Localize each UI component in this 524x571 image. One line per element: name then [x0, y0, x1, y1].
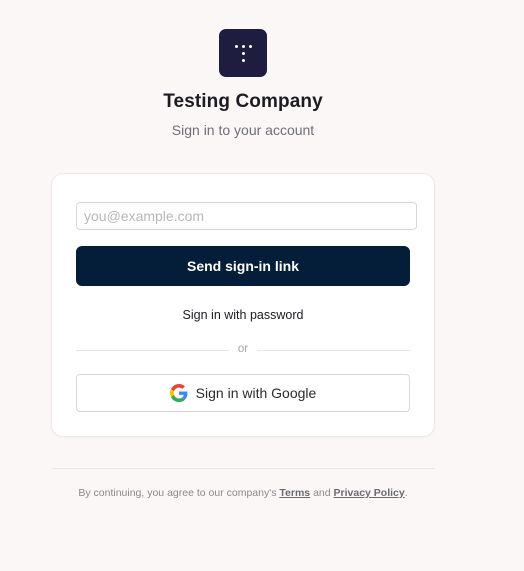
- legal-notice: By continuing, you agree to our company'…: [0, 487, 486, 499]
- divider-label: or: [237, 343, 249, 355]
- logo-dot: [242, 59, 245, 62]
- logo-dot: [235, 45, 238, 48]
- footer-divider: [52, 468, 435, 469]
- sign-in-with-google-button[interactable]: Sign in with Google: [76, 374, 410, 412]
- company-logo: [219, 29, 267, 77]
- logo-dot: [249, 45, 252, 48]
- divider-line: [257, 350, 410, 351]
- legal-conjunction: and: [313, 487, 331, 499]
- email-field[interactable]: [76, 202, 417, 230]
- company-name: Testing Company: [163, 91, 323, 112]
- page-subtitle: Sign in to your account: [171, 122, 315, 138]
- google-button-label: Sign in with Google: [195, 385, 317, 401]
- sign-in-card: Send sign-in link Sign in with password …: [51, 173, 435, 437]
- terms-link[interactable]: Terms: [279, 487, 310, 499]
- legal-suffix: .: [404, 487, 408, 499]
- send-sign-in-link-button[interactable]: Send sign-in link: [76, 246, 410, 286]
- legal-prefix: By continuing, you agree to our company'…: [78, 487, 277, 499]
- logo-dot: [242, 45, 245, 48]
- or-divider: or: [76, 343, 410, 357]
- privacy-policy-link[interactable]: Privacy Policy: [334, 487, 405, 499]
- logo-dot: [242, 52, 245, 55]
- sign-in-with-password-link[interactable]: Sign in with password: [76, 308, 410, 322]
- google-g-icon: [169, 384, 188, 402]
